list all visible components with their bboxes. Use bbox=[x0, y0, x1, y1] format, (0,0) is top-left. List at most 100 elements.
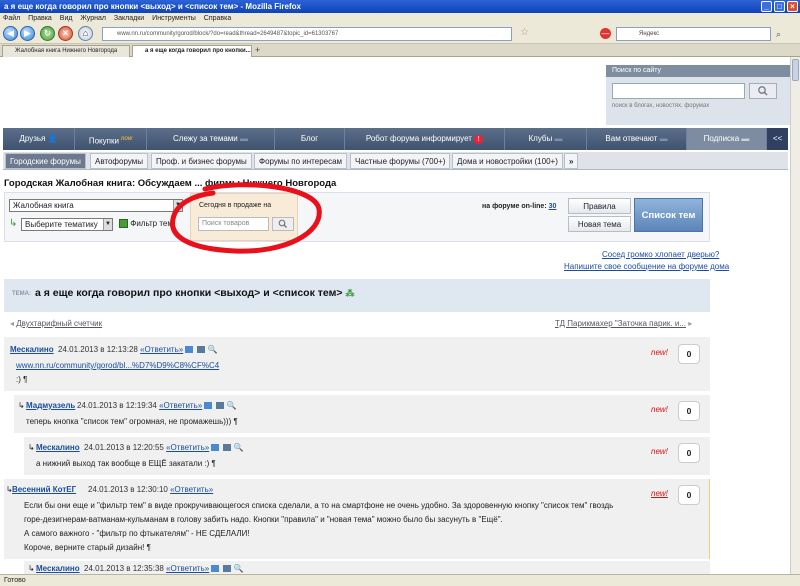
tab-business-forums[interactable]: Проф. и бизнес форумы bbox=[151, 153, 252, 169]
rating-count[interactable]: 0 bbox=[678, 443, 700, 463]
vertical-scrollbar[interactable] bbox=[790, 57, 800, 574]
online-count[interactable]: 30 bbox=[549, 203, 557, 210]
nav-replies[interactable]: Вам отвечают ▬ bbox=[587, 128, 687, 150]
rules-button[interactable]: Правила bbox=[568, 198, 631, 214]
tab-city-forums[interactable]: Городские форумы bbox=[5, 153, 86, 169]
rating-count[interactable]: 0 bbox=[678, 401, 700, 421]
reply-link[interactable]: «Ответить» bbox=[166, 564, 209, 573]
close-button[interactable]: × bbox=[787, 1, 798, 12]
tab-complaint-book[interactable]: Жалобная книга Нижнего Новгорода bbox=[2, 45, 130, 57]
nav-clubs[interactable]: Клубы ▬ bbox=[505, 128, 587, 150]
tab-current-topic[interactable]: а я еще когда говорил про кнопки... bbox=[132, 45, 252, 57]
topic-select[interactable]: Выберите тематику ▼ bbox=[21, 218, 113, 231]
forward-icon[interactable]: ▶ bbox=[20, 26, 35, 41]
status-bar: Готово bbox=[0, 574, 800, 586]
block-icon[interactable]: — bbox=[600, 28, 611, 39]
window-title-bar: а я еще когда говорил про кнопки <выход>… bbox=[0, 0, 800, 13]
magnifier-icon bbox=[758, 86, 768, 96]
tab-private-forums[interactable]: Частные форумы (700+) bbox=[350, 153, 451, 169]
rating-count[interactable]: 0 bbox=[678, 344, 700, 364]
nav-subscription[interactable]: Подписка ▬ bbox=[687, 128, 767, 150]
reply-link[interactable]: «Ответить» bbox=[159, 401, 202, 410]
tab-auto-forums[interactable]: Автофорумы bbox=[90, 153, 148, 169]
magnifier-icon: 🔍 bbox=[233, 564, 244, 573]
post-author[interactable]: Мадмуазель bbox=[26, 401, 75, 410]
nav-blog[interactable]: Блог bbox=[275, 128, 345, 150]
post-date: 24.01.2013 в 12:13:28 «Ответить» 🔍 bbox=[58, 345, 218, 354]
nav-forum-robot[interactable]: Робот форума информирует ! bbox=[345, 128, 505, 150]
gift-icon bbox=[223, 444, 232, 452]
menu-edit[interactable]: Правка bbox=[28, 15, 52, 22]
rating-count[interactable]: 0 bbox=[678, 485, 700, 505]
site-search-title: Поиск по сайту bbox=[606, 65, 790, 77]
new-topic-button[interactable]: Новая тема bbox=[568, 216, 631, 232]
menu-help[interactable]: Справка bbox=[204, 15, 231, 22]
back-icon[interactable]: ◀ bbox=[3, 26, 18, 41]
main-navigation: Друзья 👤 Покупки now Слежу за темами ▬ Б… bbox=[3, 128, 788, 150]
post-author[interactable]: Весенний КотЕГ bbox=[12, 485, 76, 494]
forum-categories: Городские форумы Автофорумы Проф. и бизн… bbox=[3, 152, 788, 170]
scroll-thumb[interactable] bbox=[792, 59, 799, 81]
search-icon[interactable]: ⌕ bbox=[776, 29, 787, 40]
forum-select[interactable]: Жалобная книга ▼ bbox=[9, 199, 183, 212]
menu-bookmarks[interactable]: Закладки bbox=[114, 15, 144, 22]
post-author[interactable]: Мескалино bbox=[10, 345, 54, 354]
menu-view[interactable]: Вид bbox=[60, 15, 73, 22]
more-tabs-button[interactable]: » bbox=[564, 153, 579, 169]
side-link-house-forum[interactable]: Напишите свое сообщение на форуме дома bbox=[564, 262, 729, 271]
tab-interest-forums[interactable]: Форумы по интересам bbox=[254, 153, 348, 169]
new-badge: new! bbox=[651, 489, 668, 498]
topic-list-button[interactable]: Список тем bbox=[634, 198, 703, 232]
side-link-door[interactable]: Сосед громко хлопает дверью? bbox=[602, 250, 719, 259]
chevron-down-icon: ▼ bbox=[103, 219, 112, 230]
site-search-hint: поиск в блогах, новостях, форумах bbox=[612, 103, 710, 109]
navigation-toolbar: ◀ ▶ ↻ ✕ ⌂ www.nn.ru/community/gorod/bloc… bbox=[0, 24, 800, 44]
maximize-button[interactable]: □ bbox=[774, 1, 785, 12]
home-icon[interactable]: ⌂ bbox=[78, 26, 93, 41]
reply-marker-icon: ↳ bbox=[28, 443, 35, 452]
post: ↳ Весенний КотЕГ 24.01.2013 в 12:30:10 «… bbox=[4, 479, 710, 559]
post-date: 24.01.2013 в 12:30:10 «Ответить» bbox=[88, 485, 214, 494]
reply-link[interactable]: «Ответить» bbox=[166, 443, 209, 452]
window-title: а я еще когда говорил про кнопки <выход>… bbox=[4, 2, 301, 11]
reply-link[interactable]: «Ответить» bbox=[170, 485, 213, 494]
menu-tools[interactable]: Инструменты bbox=[152, 15, 196, 22]
collapse-button[interactable]: << bbox=[767, 128, 788, 150]
new-tab-icon[interactable]: + bbox=[255, 45, 260, 55]
stop-icon[interactable]: ✕ bbox=[58, 26, 73, 41]
search-input[interactable]: Яндекс bbox=[616, 27, 771, 41]
new-badge: new! bbox=[651, 348, 668, 357]
nav-friends[interactable]: Друзья 👤 bbox=[3, 128, 75, 150]
nav-shopping[interactable]: Покупки now bbox=[75, 128, 147, 150]
post: ↳ Мадмуазель 24.01.2013 в 12:19:34 «Отве… bbox=[14, 395, 710, 433]
post-body: Если бы они еще и "фильтр тем" в виде пр… bbox=[24, 501, 614, 552]
gift-icon bbox=[216, 402, 225, 410]
next-topic-link[interactable]: ТД Парикмахер "Заточка парик. и... ▸ bbox=[555, 319, 692, 328]
reload-icon[interactable]: ↻ bbox=[40, 26, 55, 41]
gift-icon bbox=[223, 565, 232, 573]
bookmark-star-icon[interactable]: ☆ bbox=[520, 27, 532, 40]
post-author[interactable]: Мескалино bbox=[36, 443, 80, 452]
tab-housing-forums[interactable]: Дома и новостройки (100+) bbox=[452, 153, 563, 169]
post-body: теперь кнопка "список тем" огромная, не … bbox=[26, 417, 238, 426]
prev-topic-link[interactable]: ◂ Двухтарифный счетчик bbox=[10, 319, 102, 328]
post: Мескалино 24.01.2013 в 12:13:28 «Ответит… bbox=[4, 337, 710, 391]
post-link[interactable]: www.nn.ru/community/gorod/bl...%D7%D9%C8… bbox=[16, 359, 219, 373]
magnifier-icon: 🔍 bbox=[207, 345, 218, 354]
site-search-button[interactable] bbox=[749, 83, 777, 99]
menu-history[interactable]: Журнал bbox=[80, 15, 106, 22]
post-author[interactable]: Мескалино bbox=[36, 564, 80, 573]
menu-file[interactable]: Файл bbox=[3, 15, 20, 22]
person-icon: 👤 bbox=[47, 134, 58, 143]
tab-bar: Жалобная книга Нижнего Новгорода а я еще… bbox=[0, 44, 800, 57]
minimize-button[interactable]: _ bbox=[761, 1, 772, 12]
web-page: Поиск по сайту поиск в блогах, новостях,… bbox=[0, 57, 790, 574]
site-search-input[interactable] bbox=[612, 83, 745, 99]
new-badge: new! bbox=[651, 447, 668, 456]
url-input[interactable]: www.nn.ru/community/gorod/block/?do=read… bbox=[102, 27, 512, 41]
reply-link[interactable]: «Ответить» bbox=[140, 345, 183, 354]
mail-icon bbox=[185, 346, 194, 354]
filter-icon bbox=[119, 219, 128, 229]
topic-label: ТЕМА: bbox=[12, 291, 31, 297]
nav-watching[interactable]: Слежу за темами ▬ bbox=[147, 128, 275, 150]
